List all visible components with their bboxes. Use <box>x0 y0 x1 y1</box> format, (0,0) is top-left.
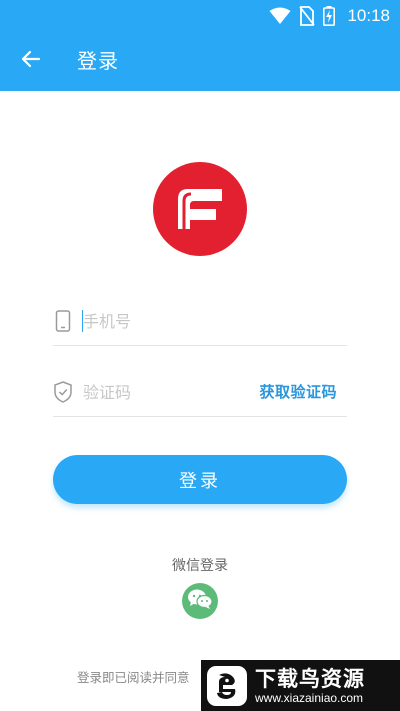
back-button[interactable] <box>14 46 48 76</box>
watermark-title: 下载鸟资源 <box>255 666 365 691</box>
phone-input[interactable] <box>83 308 263 334</box>
status-bar: 10:18 <box>269 0 390 32</box>
app-logo <box>153 162 247 256</box>
watermark-url: www.xiazainiao.com <box>255 690 364 705</box>
status-time: 10:18 <box>347 6 390 25</box>
page-title: 登录 <box>77 49 119 73</box>
arrow-left-icon <box>21 50 41 72</box>
agreement-text: 登录即已阅读并同意 <box>77 670 190 685</box>
code-input[interactable] <box>83 379 263 405</box>
battery-charging-icon <box>323 6 336 26</box>
wechat-login-button[interactable] <box>182 583 218 619</box>
code-field: 获取验证码 <box>53 367 347 417</box>
wechat-login-label: 微信登录 <box>172 558 228 574</box>
f-logo-icon <box>178 189 222 229</box>
wechat-icon <box>187 588 213 614</box>
no-sim-icon <box>299 6 316 26</box>
watermark-overlay: 下载鸟资源 www.xiazainiao.com <box>201 660 400 711</box>
login-button[interactable]: 登录 <box>53 455 347 504</box>
bird-logo-icon <box>207 665 247 706</box>
phone-icon <box>53 309 73 333</box>
wifi-icon <box>269 7 291 25</box>
get-code-button[interactable]: 获取验证码 <box>259 381 337 402</box>
shield-icon <box>53 380 73 404</box>
phone-field <box>53 296 347 346</box>
app-bar: 10:18 登录 <box>0 0 400 91</box>
